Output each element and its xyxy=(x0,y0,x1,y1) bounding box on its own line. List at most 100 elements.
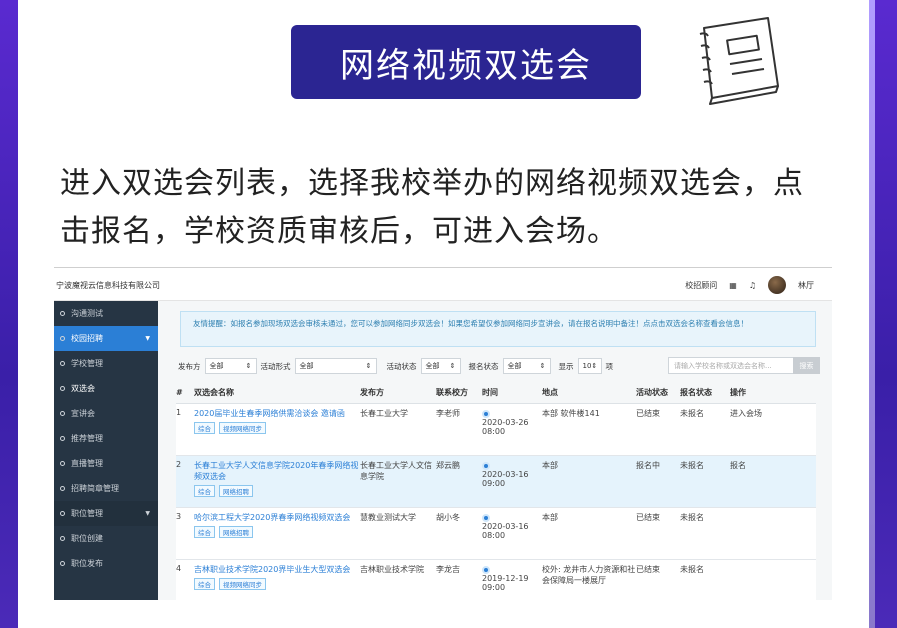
user-name[interactable]: 林厅 xyxy=(798,280,814,291)
bell-icon[interactable]: ♫ xyxy=(749,281,756,290)
col-place: 地点 xyxy=(542,383,636,404)
fair-name-link[interactable]: 长春工业大学人文信息学院2020年春季网络视频双选会 xyxy=(194,460,360,482)
sidebar-section-campus[interactable]: 校园招聘 ▼ xyxy=(54,326,158,351)
action-cell[interactable] xyxy=(730,507,816,559)
signup-cell: 未报名 xyxy=(680,564,704,574)
sidebar-item-school[interactable]: 学校管理 xyxy=(54,351,158,376)
col-contact: 联系校方 xyxy=(436,383,482,404)
format-tag: 网络招聘 xyxy=(219,525,253,538)
left-decor-bar xyxy=(0,0,18,628)
place-cell: 校外: 龙井市人力资源和社会保障局一楼展厅 xyxy=(542,564,636,585)
publisher-select[interactable]: 全部 ⇕ xyxy=(204,358,257,374)
format-tag: 网络招聘 xyxy=(219,484,253,497)
app-header: 宁波魔视云信息科技有限公司 校招顾问 ▦ ♫ 林厅 xyxy=(54,268,832,301)
circle-icon xyxy=(60,336,65,341)
circle-icon xyxy=(60,511,65,516)
clock-icon xyxy=(482,409,490,418)
campus-advisor-link[interactable]: 校招顾问 xyxy=(685,280,717,291)
publisher-link[interactable]: 长春工业大学 xyxy=(360,403,436,455)
place-cell: 本部 xyxy=(542,460,558,470)
fair-name-link[interactable]: 吉林职业技术学院2020界毕业生大型双选会 xyxy=(194,564,360,575)
category-tag: 综合 xyxy=(194,525,215,538)
format-tag: 视频网络同步 xyxy=(219,577,266,590)
category-tag: 综合 xyxy=(194,577,215,590)
fair-name-link[interactable]: 2020届毕业生春季网络供需洽谈会 邀请函 xyxy=(194,408,360,419)
col-status: 活动状态 xyxy=(636,383,680,404)
circle-icon xyxy=(60,311,65,316)
row-num: 2 xyxy=(176,459,182,469)
category-tag: 综合 xyxy=(194,421,215,434)
chevron-down-icon: ⇕ xyxy=(449,362,456,370)
grid-icon[interactable]: ▦ xyxy=(729,281,737,290)
format-tag: 视频网络同步 xyxy=(219,421,266,434)
clock-icon xyxy=(482,513,490,522)
signup-cell: 未报名 xyxy=(680,408,704,418)
sidebar-item-seminar[interactable]: 宣讲会 xyxy=(54,401,158,426)
fair-table: # 双选会名称 发布方 联系校方 时间 地点 活动状态 报名状态 操作 1 20… xyxy=(176,383,816,600)
chevron-down-icon: ⇕ xyxy=(365,362,372,370)
avatar[interactable] xyxy=(768,276,786,294)
filter-signup-label: 报名状态 xyxy=(468,361,499,371)
signup-select[interactable]: 全部 ⇕ xyxy=(502,358,551,374)
table-row: 2 长春工业大学人文信息学院2020年春季网络视频双选会 综合 网络招聘 长春工业… xyxy=(176,455,816,507)
circle-icon xyxy=(60,386,65,391)
page-size-select[interactable]: 10 ⇕ xyxy=(577,358,602,374)
status-cell: 已结束 xyxy=(636,564,660,574)
publisher-link[interactable]: 慧教业测试大学 xyxy=(360,507,436,559)
signup-cell: 未报名 xyxy=(680,512,704,522)
time-cell: 2019-12-19 09:00 xyxy=(482,559,542,600)
publisher-link[interactable]: 长春工业大学人文信息学院 xyxy=(360,455,436,507)
slide-title: 网络视频双选会 xyxy=(291,25,641,99)
contact-cell: 李老师 xyxy=(436,408,460,418)
contact-cell: 李龙吉 xyxy=(436,564,460,574)
sidebar-item-fair[interactable]: 双选会 xyxy=(54,376,158,401)
status-cell: 已结束 xyxy=(636,512,660,522)
fair-name-link[interactable]: 哈尔滨工程大学2020界春季网络视频双选会 xyxy=(194,512,360,523)
contact-cell: 郑云鹏 xyxy=(436,460,460,470)
row-num: 1 xyxy=(176,407,182,417)
chevron-down-icon: ⇕ xyxy=(245,362,252,370)
time-cell: 2020-03-16 09:00 xyxy=(482,455,542,507)
sidebar-item-job-publish[interactable]: 职位发布 xyxy=(54,551,158,576)
chevron-down-icon: ⇕ xyxy=(539,362,546,370)
circle-icon xyxy=(60,561,65,566)
sidebar-item-brochure[interactable]: 招聘简章管理 xyxy=(54,476,158,501)
notice-banner: 友情提醒：如报名参加现场双选会审核未通过，您可以参加网络同步双选会！如果您希望仅… xyxy=(180,311,816,347)
publisher-link[interactable]: 吉林职业技术学院 xyxy=(360,559,436,600)
col-publisher: 发布方 xyxy=(360,383,436,404)
search-button[interactable]: 搜索 xyxy=(793,357,820,374)
place-cell: 本部 软件楼141 xyxy=(542,408,600,418)
main-content: 友情提醒：如报名参加现场双选会审核未通过，您可以参加网络同步双选会！如果您希望仅… xyxy=(158,301,832,600)
chevron-down-icon: ⇕ xyxy=(591,362,598,370)
clock-icon xyxy=(482,565,490,574)
contact-cell: 胡小冬 xyxy=(436,512,460,522)
sidebar-item-live[interactable]: 直播管理 xyxy=(54,451,158,476)
enter-venue-link[interactable]: 进入会场 xyxy=(730,403,816,455)
filter-publisher-label: 发布方 xyxy=(178,361,201,371)
notebook-icon xyxy=(699,17,779,105)
signup-link[interactable]: 报名 xyxy=(730,455,816,507)
caret-down-icon: ▼ xyxy=(145,335,150,342)
row-num: 3 xyxy=(176,511,182,521)
status-cell: 已结束 xyxy=(636,408,660,418)
sidebar-item-comm-test[interactable]: 沟通测试 xyxy=(54,301,158,326)
time-cell: 2020-03-16 08:00 xyxy=(482,507,542,559)
row-num: 4 xyxy=(176,563,182,573)
sidebar-item-job-create[interactable]: 职位创建 xyxy=(54,526,158,551)
table-header-row: # 双选会名称 发布方 联系校方 时间 地点 活动状态 报名状态 操作 xyxy=(176,383,816,404)
caret-down-icon: ▼ xyxy=(145,510,150,517)
filter-show-label: 显示 xyxy=(558,361,574,371)
table-row: 3 哈尔滨工程大学2020界春季网络视频双选会 综合 网络招聘 慧教业测试大学 胡… xyxy=(176,507,816,559)
search-input[interactable]: 请输入学校名称或双选会名称... xyxy=(668,357,794,374)
circle-icon xyxy=(60,486,65,491)
form-select[interactable]: 全部 ⇕ xyxy=(294,358,377,374)
action-cell[interactable] xyxy=(730,559,816,600)
circle-icon xyxy=(60,361,65,366)
status-select[interactable]: 全部 ⇕ xyxy=(420,358,461,374)
sidebar-section-jobs[interactable]: 职位管理 ▼ xyxy=(54,501,158,526)
sidebar: 沟通测试 校园招聘 ▼ 学校管理 双选会 宣讲会 推荐管理 直播管理 招聘简章管理… xyxy=(54,301,158,600)
signup-cell: 未报名 xyxy=(680,460,704,470)
sidebar-item-recommend[interactable]: 推荐管理 xyxy=(54,426,158,451)
company-name: 宁波魔视云信息科技有限公司 xyxy=(56,281,160,290)
table-row: 1 2020届毕业生春季网络供需洽谈会 邀请函 综合 视频网络同步 长春工业大学 … xyxy=(176,403,816,455)
